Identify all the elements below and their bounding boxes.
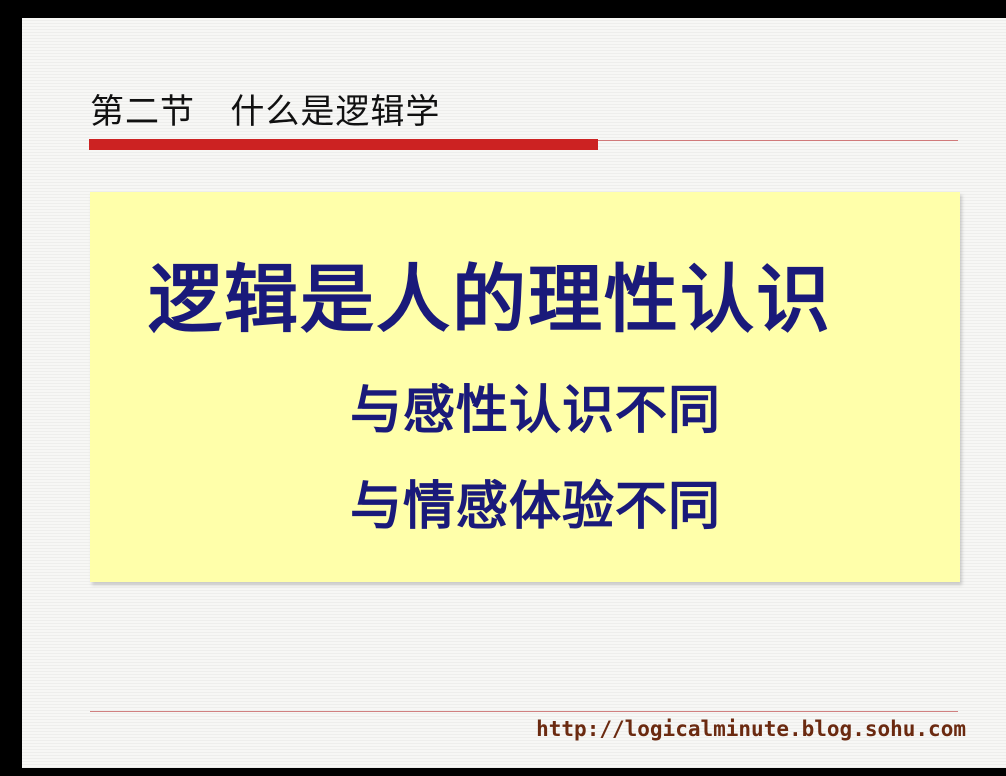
sub-point: 与感性认识不同 [350, 381, 722, 441]
slide: 第二节 什么是逻辑学 逻辑是人的理性认识 与感性认识不同 与情感体验不同 htt… [22, 18, 1006, 768]
title-accent-bar [89, 139, 598, 150]
sub-point: 与情感体验不同 [350, 477, 722, 537]
section-title: 第二节 什么是逻辑学 [90, 92, 441, 132]
footer-rule [90, 711, 958, 712]
main-statement: 逻辑是人的理性认识 [148, 257, 832, 343]
footer-url: http://logicalminute.blog.sohu.com [536, 717, 966, 741]
content-box: 逻辑是人的理性认识 与感性认识不同 与情感体验不同 [90, 192, 960, 582]
title-accent-rule [598, 140, 958, 141]
